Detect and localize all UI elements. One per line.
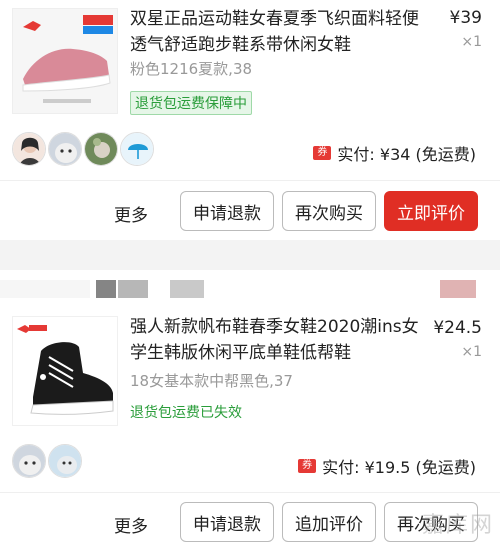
- paid-text: 实付: ¥34 (免运费): [337, 145, 476, 164]
- avatar-group: [12, 132, 154, 166]
- watermark: 嘉库网: [421, 513, 494, 538]
- order-card-1: 双星正品运动鞋女春夏季飞织面料轻便透气舒适跑步鞋系带休闲女鞋 ¥39 ×1 粉色…: [0, 0, 500, 240]
- avatar-group: [12, 444, 82, 478]
- divider: [0, 180, 500, 181]
- more-button[interactable]: 更多: [114, 512, 148, 537]
- blur-block: [118, 280, 148, 298]
- quantity: ×1: [461, 344, 482, 360]
- avatar[interactable]: [12, 132, 46, 166]
- product-thumbnail[interactable]: [12, 8, 118, 114]
- order-list: 双星正品运动鞋女春夏季飞织面料轻便透气舒适跑步鞋系带休闲女鞋 ¥39 ×1 粉色…: [0, 0, 500, 549]
- avatar[interactable]: [48, 444, 82, 478]
- refund-button[interactable]: 申请退款: [180, 502, 274, 542]
- paid-amount: 券 实付: ¥19.5 (免运费): [298, 454, 476, 478]
- review-button[interactable]: 立即评价: [384, 191, 478, 231]
- quantity: ×1: [461, 34, 482, 50]
- product-title[interactable]: 双星正品运动鞋女春夏季飞织面料轻便透气舒适跑步鞋系带休闲女鞋: [130, 6, 420, 58]
- blur-block: [170, 280, 204, 298]
- avatar[interactable]: [84, 132, 118, 166]
- unit-price: ¥39: [449, 8, 482, 28]
- paid-amount: 券 实付: ¥34 (免运费): [313, 141, 476, 165]
- product-thumbnail[interactable]: [12, 316, 118, 426]
- more-button[interactable]: 更多: [114, 201, 148, 226]
- return-shipping-expired: 退货包运费已失效: [130, 405, 242, 421]
- coupon-icon: 券: [298, 459, 317, 473]
- refund-button[interactable]: 申请退款: [180, 191, 274, 231]
- sku-spec: 粉色1216夏款,38: [130, 60, 253, 78]
- shoe-image: [13, 317, 117, 425]
- avatar[interactable]: [12, 444, 46, 478]
- price-column: ¥24.5 ×1: [412, 318, 482, 360]
- product-title[interactable]: 强人新款帆布鞋春季女鞋2020潮ins女学生韩版休闲平底单鞋低帮鞋: [130, 314, 420, 366]
- price-column: ¥39 ×1: [412, 8, 482, 50]
- blur-block: [0, 280, 90, 298]
- divider: [0, 492, 500, 493]
- coupon-icon: 券: [313, 146, 332, 160]
- avatar[interactable]: [120, 132, 154, 166]
- blur-block: [440, 280, 476, 298]
- section-separator: [0, 240, 500, 270]
- return-shipping-badge: 退货包运费保障中: [130, 91, 252, 115]
- paid-text: 实付: ¥19.5 (免运费): [322, 458, 476, 477]
- order-card-2: 强人新款帆布鞋春季女鞋2020潮ins女学生韩版休闲平底单鞋低帮鞋 ¥24.5 …: [0, 270, 500, 549]
- unit-price: ¥24.5: [433, 318, 482, 338]
- buy-again-button[interactable]: 再次购买: [282, 191, 376, 231]
- blur-block: [96, 280, 116, 298]
- shop-header-blurred: [0, 270, 500, 310]
- add-review-button[interactable]: 追加评价: [282, 502, 376, 542]
- avatar[interactable]: [48, 132, 82, 166]
- shoe-image: [13, 9, 117, 113]
- sku-spec: 18女基本款中帮黑色,37: [130, 372, 293, 390]
